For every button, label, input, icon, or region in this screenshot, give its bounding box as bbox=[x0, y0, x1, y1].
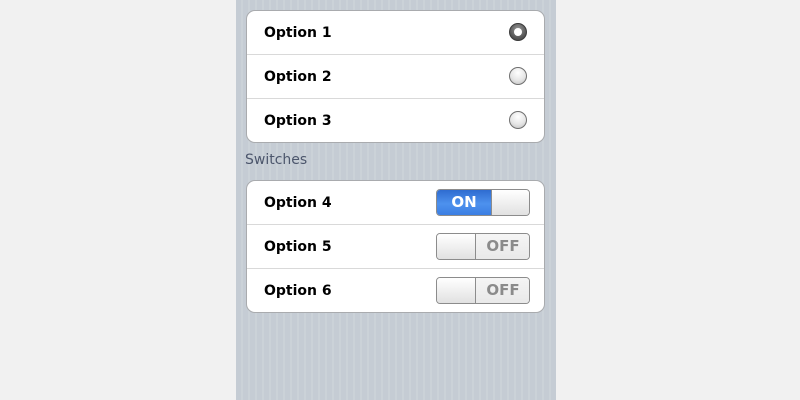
switch-state-text: ON bbox=[437, 190, 491, 215]
radio-button[interactable] bbox=[509, 67, 527, 85]
switch-knob[interactable] bbox=[437, 278, 476, 303]
switch-state-text: OFF bbox=[476, 278, 529, 303]
radio-button[interactable] bbox=[509, 111, 527, 129]
switch-option-label: Option 5 bbox=[264, 239, 332, 255]
switch-knob[interactable] bbox=[491, 190, 529, 215]
radio-row-option-3[interactable]: Option 3 bbox=[247, 99, 544, 142]
radio-row-option-2[interactable]: Option 2 bbox=[247, 55, 544, 99]
switch-option-label: Option 6 bbox=[264, 283, 332, 299]
switch-row-option-5: Option 5 OFF bbox=[247, 225, 544, 269]
switch-option-group: Option 4 ON Option 5 OFF Option 6 OFF bbox=[246, 180, 545, 313]
switch-row-option-6: Option 6 OFF bbox=[247, 269, 544, 312]
toggle-switch-off[interactable]: OFF bbox=[436, 233, 530, 260]
switch-row-option-4: Option 4 ON bbox=[247, 181, 544, 225]
radio-option-group: Option 1 Option 2 Option 3 bbox=[246, 10, 545, 143]
switch-state-text: OFF bbox=[476, 234, 529, 259]
radio-option-label: Option 3 bbox=[264, 113, 332, 129]
switch-option-label: Option 4 bbox=[264, 195, 332, 211]
settings-panel: Option 1 Option 2 Option 3 Switches Opti… bbox=[236, 0, 556, 400]
toggle-switch-off[interactable]: OFF bbox=[436, 277, 530, 304]
radio-row-option-1[interactable]: Option 1 bbox=[247, 11, 544, 55]
toggle-switch-on[interactable]: ON bbox=[436, 189, 530, 216]
switches-section-header: Switches bbox=[245, 152, 308, 168]
radio-dot-icon bbox=[514, 28, 522, 36]
switch-knob[interactable] bbox=[437, 234, 476, 259]
radio-option-label: Option 2 bbox=[264, 69, 332, 85]
radio-button-checked[interactable] bbox=[509, 23, 527, 41]
radio-option-label: Option 1 bbox=[264, 25, 332, 41]
